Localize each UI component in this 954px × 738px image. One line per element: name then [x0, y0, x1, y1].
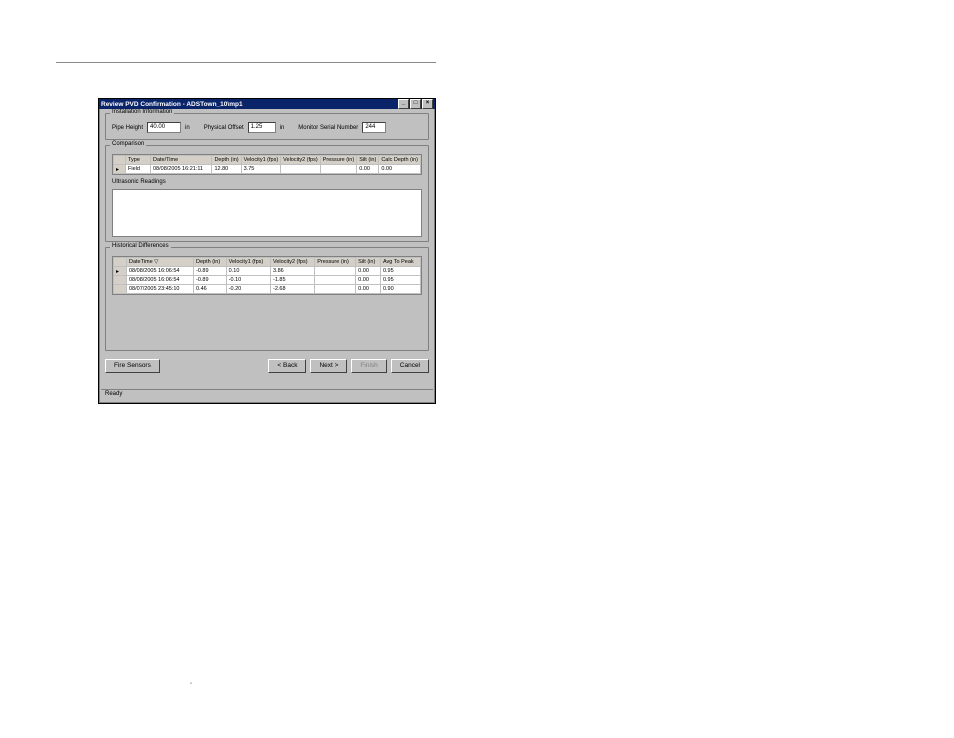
col-datetime[interactable]: Date/Time — [151, 156, 212, 165]
col-type[interactable]: Type — [126, 156, 151, 165]
col-depth[interactable]: Depth (in) — [194, 258, 227, 267]
status-bar: Ready — [101, 389, 433, 402]
pipe-height-unit: in — [185, 125, 190, 131]
col-vel2[interactable]: Velocity2 (fps) — [270, 258, 314, 267]
col-pressure[interactable]: Pressure (in) — [320, 156, 356, 165]
group-legend: Comparison — [110, 141, 146, 147]
col-vel1[interactable]: Velocity1 (fps) — [226, 258, 270, 267]
row-pointer-icon: ▸ — [114, 267, 127, 276]
physical-offset-field[interactable]: 1.25 — [248, 122, 276, 133]
cancel-button[interactable]: Cancel — [391, 359, 429, 373]
finish-button[interactable]: Finish — [351, 359, 386, 373]
title-bar[interactable]: Review PVD Confirmation - ADSTown_10\mp1… — [99, 99, 435, 109]
col-silt[interactable]: Silt (in) — [357, 156, 379, 165]
status-text: Ready — [105, 391, 122, 397]
window-title: Review PVD Confirmation - ADSTown_10\mp1 — [101, 101, 243, 108]
ultrasonic-label: Ultrasonic Readings — [112, 179, 422, 185]
group-legend: Historical Differences — [110, 243, 171, 249]
col-depth[interactable]: Depth (in) — [212, 156, 241, 165]
group-comparison: Comparison Type Date/Time Depth (in) Vel… — [105, 145, 429, 242]
comparison-grid[interactable]: Type Date/Time Depth (in) Velocity1 (fps… — [112, 154, 422, 175]
monitor-serial-field[interactable]: 244 — [362, 122, 386, 133]
col-calcdepth[interactable]: Calc Depth (in) — [379, 156, 421, 165]
dialog-window: Review PVD Confirmation - ADSTown_10\mp1… — [98, 98, 436, 404]
group-legend: Installation Information — [110, 109, 174, 115]
maximize-button[interactable]: □ — [410, 99, 421, 109]
pipe-height-label: Pipe Height — [112, 125, 143, 131]
physical-offset-unit: in — [280, 125, 285, 131]
col-datetime[interactable]: DateTime ▽ — [127, 258, 194, 267]
group-installation-info: Installation Information Pipe Height 40.… — [105, 113, 429, 140]
table-row[interactable]: 08/07/2005 23:45:10 0.46 -0.20 -2.68 0.0… — [114, 285, 421, 294]
col-pressure[interactable]: Pressure (in) — [315, 258, 356, 267]
button-bar: Fire Sensors < Back Next > Finish Cancel — [105, 359, 429, 373]
table-row[interactable]: 08/08/2005 16:06:54 -0.89 -0.10 -1.85 0.… — [114, 276, 421, 285]
table-row[interactable]: ▸ 08/08/2005 16:06:54 -0.89 0.10 3.86 0.… — [114, 267, 421, 276]
row-pointer-icon: ▸ — [114, 165, 126, 174]
back-button[interactable]: < Back — [268, 359, 306, 373]
fire-sensors-button[interactable]: Fire Sensors — [105, 359, 160, 373]
group-historical: Historical Differences DateTime ▽ Depth … — [105, 247, 429, 351]
col-avgpeak[interactable]: Avg To Peak — [380, 258, 420, 267]
table-row[interactable]: ▸ Field 08/08/2005 16:21:11 12.80 3.75 0… — [114, 165, 421, 174]
footnote-bullet-icon: ◦ — [190, 681, 192, 687]
col-vel2[interactable]: Velocity2 (fps) — [281, 156, 321, 165]
next-button[interactable]: Next > — [310, 359, 347, 373]
col-vel1[interactable]: Velocity1 (fps) — [241, 156, 281, 165]
historical-grid[interactable]: DateTime ▽ Depth (in) Velocity1 (fps) Ve… — [112, 256, 422, 295]
horizontal-rule — [56, 62, 436, 63]
minimize-button[interactable]: _ — [398, 99, 409, 109]
pipe-height-field[interactable]: 40.00 — [147, 122, 181, 133]
close-button[interactable]: × — [422, 99, 433, 109]
col-silt[interactable]: Silt (in) — [356, 258, 381, 267]
ultrasonic-panel — [112, 189, 422, 237]
monitor-serial-label: Monitor Serial Number — [298, 125, 358, 131]
physical-offset-label: Physical Offset — [204, 125, 244, 131]
